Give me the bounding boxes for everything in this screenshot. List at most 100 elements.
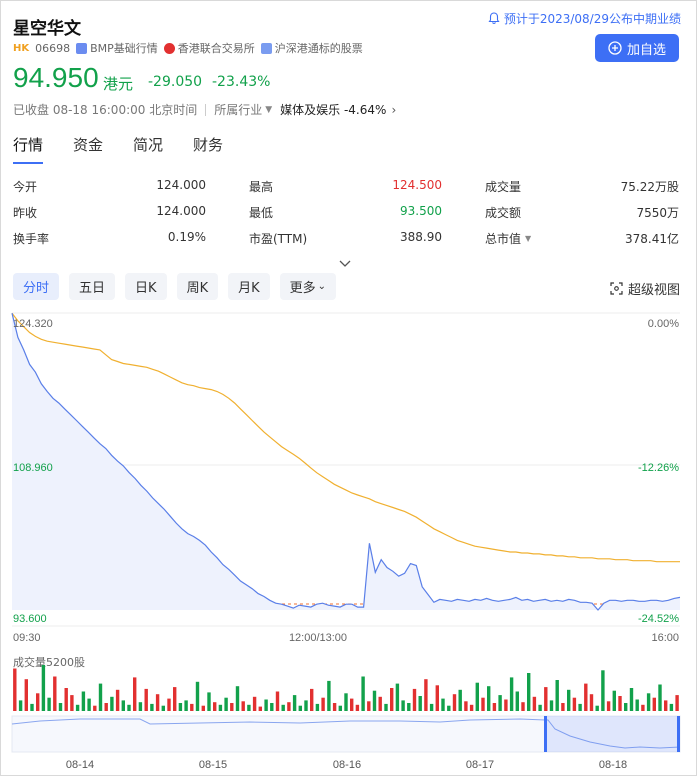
tab-funds[interactable]: 资金 — [73, 134, 103, 164]
caret-down-icon: ▼ — [525, 234, 532, 243]
industry-label: 所属行业 — [214, 103, 263, 117]
bell-icon — [488, 12, 500, 25]
volume-chart[interactable] — [0, 650, 697, 714]
volume-bar — [624, 703, 628, 711]
volume-bar — [173, 687, 177, 711]
volume-bar — [361, 676, 365, 711]
volume-bar — [184, 700, 188, 711]
current-price: 94.950 — [13, 62, 99, 93]
volume-bar — [509, 677, 514, 711]
volume-bar — [618, 696, 622, 711]
volume-bar — [572, 697, 577, 711]
industry-link[interactable]: 媒体及娱乐 -4.64% › — [280, 101, 396, 118]
chevron-down-icon — [339, 260, 351, 267]
period-weekly[interactable]: 周K — [176, 273, 219, 300]
x-label-close: 16:00 — [651, 632, 679, 644]
industry-dropdown[interactable]: 所属行业 ▼ — [214, 101, 272, 118]
volume-bar — [378, 696, 382, 711]
volume-bar — [481, 697, 485, 711]
stock-name: 星空华文 — [13, 19, 81, 39]
volume-bar — [36, 693, 40, 711]
volume-bar — [664, 700, 668, 711]
volume-bar — [669, 703, 674, 711]
period-intraday[interactable]: 分时 — [13, 273, 60, 300]
volume-bar — [469, 704, 474, 711]
volume-bar — [544, 687, 548, 711]
period-monthly[interactable]: 月K — [228, 273, 270, 300]
connect-icon — [260, 42, 272, 54]
volume-bar — [30, 703, 34, 711]
volume-bar — [504, 699, 508, 711]
tag-bmp-label: BMP基础行情 — [90, 42, 158, 55]
low-value: 93.500 — [400, 204, 442, 218]
volume-bar — [332, 703, 337, 711]
period-more[interactable]: 更多 ⌄ — [279, 273, 337, 300]
pct-top-label: 0.00% — [648, 318, 679, 330]
volume-bar — [224, 697, 228, 711]
main-tabs: 行情 资金 简况 财务 — [13, 134, 223, 164]
volume-bar — [93, 705, 97, 711]
volume-bar — [384, 703, 388, 711]
chevron-down-icon: ⌄ — [317, 281, 327, 292]
volume-bar — [150, 703, 154, 711]
volume-bar — [190, 703, 194, 711]
volume-bar — [641, 704, 645, 711]
volume-bar — [327, 680, 331, 711]
amount-label: 成交额 — [485, 206, 522, 220]
pe-label: 市盈(TTM) — [249, 232, 308, 246]
volume-value: 75.22万股 — [620, 180, 679, 194]
price-change-pct: -23.43% — [212, 74, 271, 90]
add-watchlist-button[interactable]: 加自选 — [595, 34, 679, 62]
volume-bar — [24, 679, 28, 711]
volume-bar — [18, 700, 23, 711]
volume-bar — [195, 681, 200, 711]
volume-bar — [367, 701, 371, 711]
volume-bar — [447, 705, 451, 711]
mcap-label: 总市值 — [485, 232, 522, 246]
volume-bar — [549, 700, 554, 711]
volume-bar — [58, 703, 63, 711]
volume-bar — [458, 689, 462, 711]
intraday-chart[interactable]: 124.320 108.960 93.600 0.00% -12.26% -24… — [0, 310, 697, 650]
volume-bar — [270, 703, 274, 711]
volume-bar — [207, 692, 211, 711]
tab-profile[interactable]: 简况 — [133, 134, 163, 164]
hk-flag-icon — [163, 42, 175, 54]
earnings-notice[interactable]: 预计于2023/08/29公布中期业绩 — [488, 10, 681, 27]
y-mid-label: 108.960 — [13, 462, 53, 474]
turnover-value: 0.19% — [167, 230, 206, 244]
tab-quote[interactable]: 行情 — [13, 134, 44, 164]
super-view-button[interactable]: 超级视图 — [610, 279, 680, 298]
volume-bar — [675, 695, 679, 711]
volume-bar — [658, 684, 662, 711]
volume-bar — [310, 688, 314, 711]
volume-bar — [584, 683, 588, 711]
volume-bar — [515, 691, 519, 711]
industry-value: 媒体及娱乐 -4.64% — [280, 103, 387, 117]
mcap-dropdown[interactable]: 总市值 ▼ — [485, 230, 531, 247]
expand-stats-button[interactable] — [339, 253, 351, 272]
volume-bar — [213, 702, 217, 711]
navigator-selection[interactable] — [546, 716, 680, 752]
tab-finance[interactable]: 财务 — [193, 134, 223, 164]
navigator-handle-left[interactable] — [544, 716, 547, 752]
price-change: -29.050 — [148, 74, 203, 90]
turnover-label: 换手率 — [13, 232, 50, 246]
volume-bar — [595, 705, 599, 711]
currency: 港元 — [103, 75, 134, 93]
period-5day[interactable]: 五日 — [69, 273, 116, 300]
volume-bar — [281, 704, 285, 711]
date-label: 08-14 — [66, 759, 94, 771]
volume-bar — [155, 694, 160, 711]
overview-navigator[interactable]: 08-14 08-15 08-16 08-17 08-18 — [0, 714, 697, 776]
high-value: 124.500 — [392, 178, 442, 192]
market-status: 已收盘 08-18 16:00:00 北京时间 所属行业 ▼ 媒体及娱乐 -4.… — [13, 101, 396, 118]
period-daily[interactable]: 日K — [125, 273, 167, 300]
high-label: 最高 — [249, 180, 274, 194]
volume-bar — [555, 680, 559, 711]
chevron-right-icon: › — [391, 102, 397, 117]
volume-bar — [292, 695, 297, 711]
volume-bar — [412, 688, 417, 711]
x-label-open: 09:30 — [13, 632, 41, 644]
navigator-handle-right[interactable] — [677, 716, 680, 752]
